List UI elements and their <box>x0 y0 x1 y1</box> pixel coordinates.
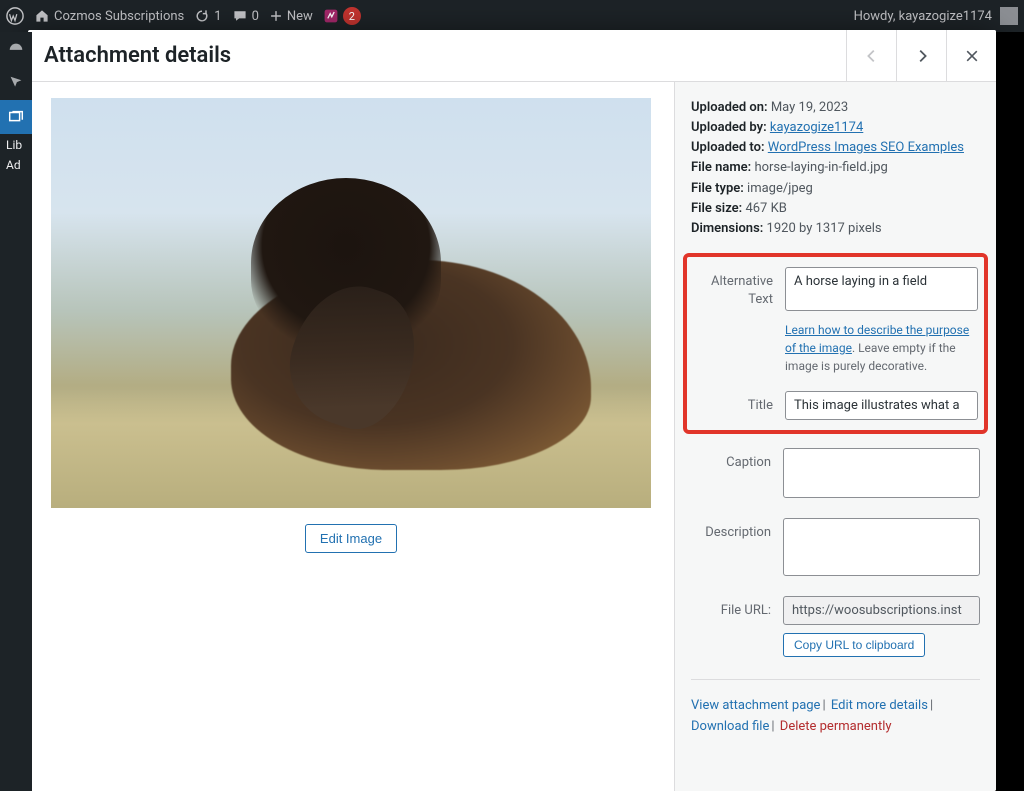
sidebar-addnew-label[interactable]: Ad <box>0 156 21 174</box>
attachment-details-column: Uploaded on: May 19, 2023 Uploaded by: k… <box>674 82 996 791</box>
comment-icon <box>232 8 248 24</box>
modal-title: Attachment details <box>28 43 231 68</box>
plus-icon <box>269 9 283 23</box>
file-url-input[interactable] <box>783 596 980 625</box>
avatar <box>1000 7 1018 25</box>
edit-more-details-link[interactable]: Edit more details <box>831 698 928 713</box>
alt-text-label: Alternative Text <box>693 267 785 375</box>
chevron-left-icon <box>863 47 881 65</box>
view-attachment-link[interactable]: View attachment page <box>691 698 820 713</box>
updates-link[interactable]: 1 <box>194 8 221 24</box>
uploaded-to-label: Uploaded to: <box>691 140 765 155</box>
title-input[interactable] <box>785 391 978 420</box>
caption-label: Caption <box>691 448 783 502</box>
howdy-text: Howdy, kayazogize1174 <box>854 9 992 24</box>
dimensions-value: 1920 by 1317 pixels <box>767 221 882 236</box>
new-content-link[interactable]: New <box>269 9 313 24</box>
alt-text-help: Learn how to describe the purpose of the… <box>785 321 978 375</box>
file-type-value: image/jpeg <box>747 181 813 196</box>
attachment-details-modal: Attachment details Edit Image <box>28 30 996 791</box>
chevron-right-icon <box>913 47 931 65</box>
file-type-label: File type: <box>691 181 744 196</box>
new-label: New <box>287 9 313 24</box>
admin-bar: Cozmos Subscriptions 1 0 New 2 Howdy, ka… <box>0 0 1024 32</box>
sidebar-library-label[interactable]: Lib <box>0 136 22 154</box>
divider <box>691 679 980 680</box>
close-icon <box>964 48 980 64</box>
prev-attachment-button <box>846 30 896 81</box>
uploaded-by-link[interactable]: kayazogize1174 <box>770 120 863 135</box>
description-input[interactable] <box>783 518 980 576</box>
site-name: Cozmos Subscriptions <box>54 9 184 24</box>
description-label: Description <box>691 518 783 580</box>
caption-input[interactable] <box>783 448 980 498</box>
sidebar-dashboard-icon[interactable] <box>0 32 32 66</box>
home-icon <box>34 8 50 24</box>
title-label: Title <box>693 391 785 420</box>
file-url-label: File URL: <box>691 596 783 657</box>
file-size-label: File size: <box>691 201 742 216</box>
uploaded-on-label: Uploaded on: <box>691 100 768 115</box>
sidebar-posts-icon[interactable] <box>0 66 32 100</box>
comments-link[interactable]: 0 <box>232 8 259 24</box>
seo-count-badge: 2 <box>343 7 361 25</box>
alt-text-input[interactable] <box>785 267 978 311</box>
seo-icon <box>323 8 339 24</box>
dimensions-label: Dimensions: <box>691 221 763 236</box>
sidebar-media-icon[interactable] <box>0 100 32 134</box>
attachment-image-preview <box>51 98 651 508</box>
modal-header: Attachment details <box>28 30 996 82</box>
seo-link[interactable]: 2 <box>323 7 361 25</box>
uploaded-on-value: May 19, 2023 <box>771 100 848 115</box>
admin-account-link[interactable]: Howdy, kayazogize1174 <box>854 7 1018 25</box>
copy-url-button[interactable]: Copy URL to clipboard <box>783 633 925 657</box>
attachment-meta: Uploaded on: May 19, 2023 Uploaded by: k… <box>691 98 980 239</box>
uploaded-to-link[interactable]: WordPress Images SEO Examples <box>768 140 964 155</box>
delete-permanently-link[interactable]: Delete permanently <box>780 719 892 734</box>
updates-count: 1 <box>214 9 221 24</box>
site-home-link[interactable]: Cozmos Subscriptions <box>34 8 184 24</box>
wp-logo-icon[interactable] <box>6 7 24 25</box>
file-name-value: horse-laying-in-field.jpg <box>754 160 887 175</box>
close-modal-button[interactable] <box>946 30 996 81</box>
uploaded-by-label: Uploaded by: <box>691 120 767 135</box>
admin-sidebar: Lib Ad <box>0 32 32 791</box>
file-size-value: 467 KB <box>745 201 786 216</box>
edit-image-button[interactable]: Edit Image <box>305 524 397 553</box>
next-attachment-button[interactable] <box>896 30 946 81</box>
download-file-link[interactable]: Download file <box>691 719 769 734</box>
media-preview-column: Edit Image <box>28 82 674 791</box>
refresh-icon <box>194 8 210 24</box>
file-name-label: File name: <box>691 160 751 175</box>
attachment-action-links: View attachment page| Edit more details|… <box>691 696 980 738</box>
annotation-highlight: Alternative Text Learn how to describe t… <box>683 253 988 434</box>
comments-count: 0 <box>252 9 259 24</box>
